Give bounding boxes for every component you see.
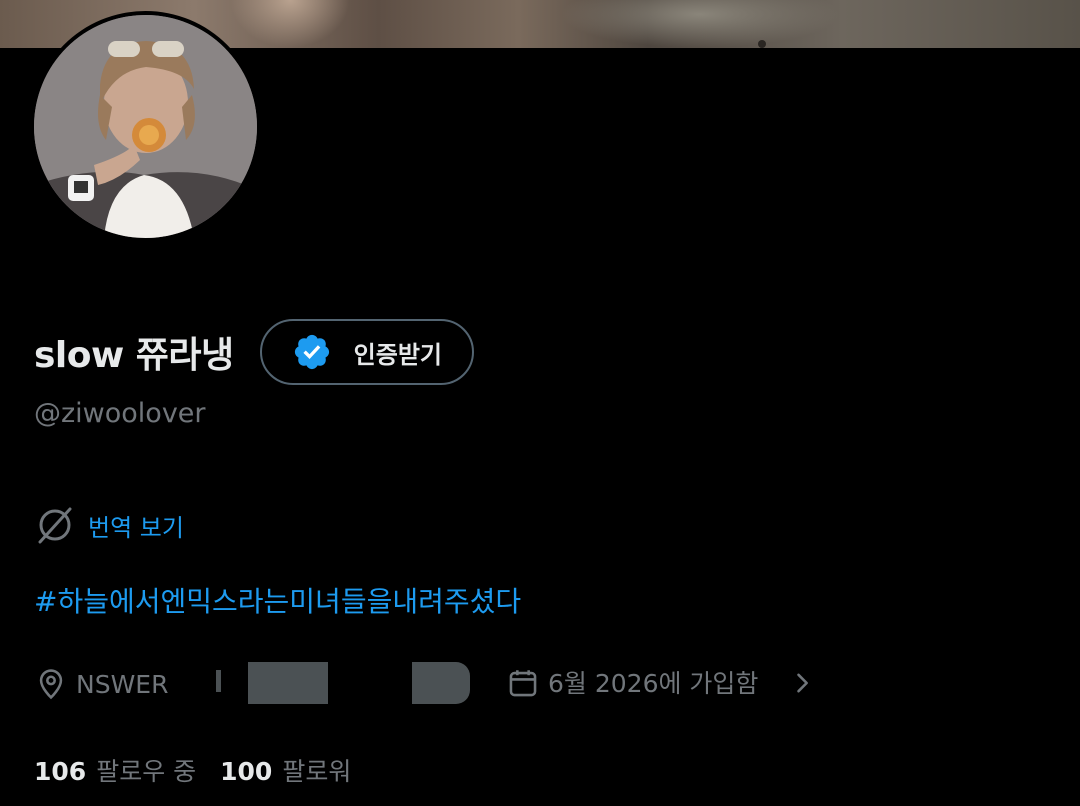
chevron-right-icon[interactable] [788, 668, 816, 698]
followers-count[interactable]: 100 [220, 757, 272, 786]
get-verified-button[interactable]: 인증받기 [259, 319, 474, 385]
banner-highlight [560, 0, 840, 48]
followers-label[interactable]: 팔로워 [282, 752, 351, 788]
avatar-image [34, 15, 257, 238]
display-name: slow 쮸라냉 [34, 335, 234, 376]
translate-label: 번역 보기 [88, 513, 184, 542]
redaction-mark [216, 670, 221, 692]
profile-meta-row: NSWER [34, 662, 168, 706]
location-text: NSWER [76, 669, 169, 699]
following-label[interactable]: 팔로우 중 [96, 752, 196, 788]
location-pin-icon [39, 669, 63, 700]
banner-detail [758, 40, 766, 48]
translate-bio-link[interactable]: 번역 보기 [34, 504, 184, 546]
redaction-mark [248, 662, 328, 704]
translate-icon [38, 507, 72, 544]
bio-hashtag[interactable]: #하늘에서엔믹스라는미녀들을내려주셨다 [34, 580, 521, 620]
avatar[interactable] [30, 11, 261, 242]
avatar-photo [34, 15, 257, 238]
joined-date: 6월 2026에 가입함 [548, 669, 759, 698]
username-handle: @ziwoolover [34, 398, 206, 429]
redaction-mark [412, 662, 470, 704]
name-row: slow 쮸라냉 인증받기 [34, 318, 474, 386]
banner-highlight [230, 0, 350, 48]
following-count[interactable]: 106 [34, 757, 86, 786]
get-verified-label: 인증받기 [353, 340, 442, 369]
calendar-icon [509, 670, 537, 697]
verified-badge-icon [294, 334, 329, 370]
follow-stats: 106 팔로우 중 100 팔로워 [34, 752, 375, 788]
